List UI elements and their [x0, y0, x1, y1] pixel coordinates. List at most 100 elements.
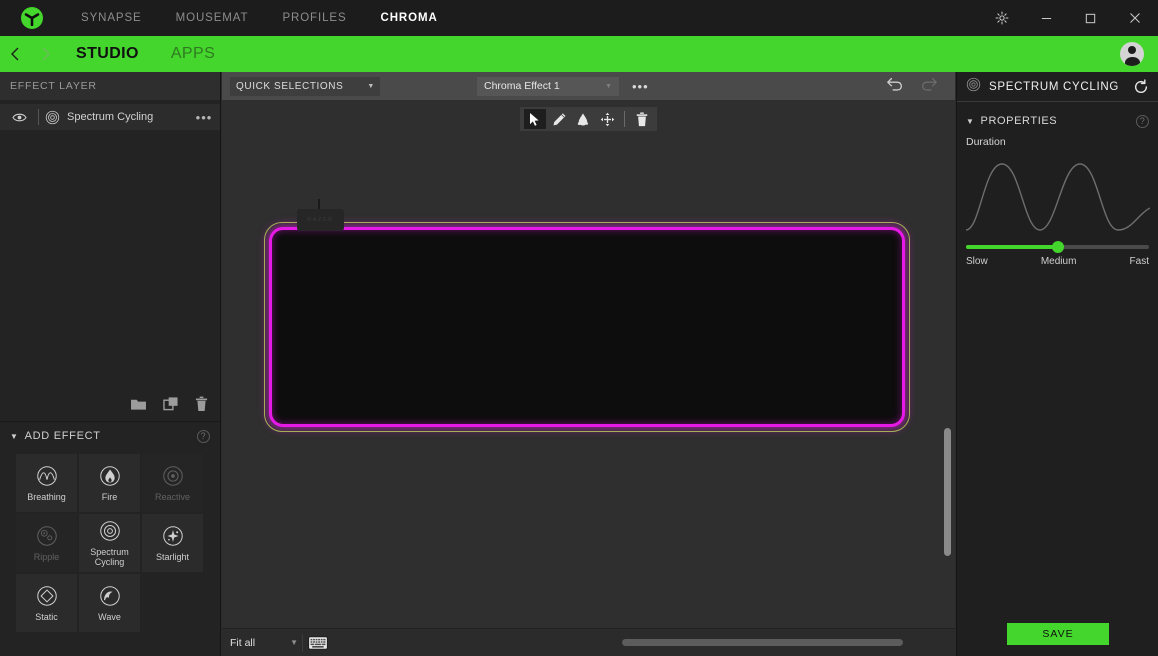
duplicate-layer-button[interactable] [163, 396, 179, 411]
spectrum-cycling-icon [39, 110, 65, 125]
paint-bucket-icon [577, 112, 589, 125]
minimize-button[interactable] [1024, 0, 1068, 36]
close-button[interactable] [1112, 0, 1158, 36]
maximize-icon [1085, 13, 1095, 23]
device-canvas[interactable]: RAZER [222, 138, 955, 628]
chroma-effect-dropdown[interactable]: Chroma Effect 1 ▼ [477, 76, 619, 96]
tool-separator [624, 111, 625, 127]
nav-tab-profiles[interactable]: PROFILES [265, 0, 363, 36]
folder-icon [131, 399, 146, 410]
help-icon[interactable]: ? [1136, 114, 1149, 128]
chroma-effect-value: Chroma Effect 1 [484, 80, 560, 92]
nav-tab-chroma[interactable]: CHROMA [364, 0, 455, 36]
paint-bucket-tool[interactable] [572, 109, 594, 129]
properties-panel-title: SPECTRUM CYCLING [989, 80, 1120, 93]
effect-button-fire[interactable]: Fire [79, 454, 140, 512]
trash-icon [195, 396, 208, 411]
spectrum-cycling-icon [99, 521, 120, 541]
layer-visibility-toggle[interactable] [0, 112, 38, 123]
window-controls [980, 0, 1158, 36]
razer-synapse-window: SYNAPSE MOUSEMAT PROFILES CHROMA STUDIO … [0, 0, 1158, 656]
add-effect-header[interactable]: ▼ ADD EFFECT ? [0, 422, 220, 450]
save-button-container: SAVE [957, 623, 1158, 645]
caret-down-icon: ▼ [966, 116, 975, 126]
slider-label-slow: Slow [966, 256, 988, 267]
starlight-icon [162, 526, 183, 546]
device-surface[interactable] [269, 227, 905, 427]
title-bar: SYNAPSE MOUSEMAT PROFILES CHROMA [0, 0, 1158, 36]
quick-selections-label: QUICK SELECTIONS [236, 80, 344, 92]
help-icon[interactable]: ? [197, 429, 210, 443]
slider-knob[interactable] [1051, 241, 1064, 253]
effect-button-wave[interactable]: Wave [79, 574, 140, 632]
sub-tab-apps[interactable]: APPS [155, 36, 231, 72]
effect-button-spectrum-cycling[interactable]: Spectrum Cycling [79, 514, 140, 572]
move-icon [600, 112, 614, 126]
razer-mousemat-device[interactable]: RAZER [264, 199, 910, 432]
layer-list: Spectrum Cycling ••• [0, 104, 220, 386]
account-avatar-button[interactable] [1106, 42, 1158, 66]
quick-selections-dropdown[interactable]: QUICK SELECTIONS ▼ [230, 76, 381, 96]
tool-box [520, 107, 657, 131]
effect-label: Breathing [27, 492, 66, 502]
layer-more-button[interactable]: ••• [188, 110, 220, 125]
delete-layer-button[interactable] [195, 396, 208, 412]
slider-track[interactable] [966, 241, 1149, 253]
undo-button[interactable] [885, 75, 905, 98]
move-tool[interactable] [596, 109, 618, 129]
new-folder-button[interactable] [130, 397, 147, 411]
device-brand-tab: RAZER [297, 209, 344, 231]
keyboard-view-button[interactable] [307, 635, 329, 651]
maximize-button[interactable] [1068, 0, 1112, 36]
effect-button-breathing[interactable]: Breathing [16, 454, 77, 512]
effect-label: Static [35, 612, 58, 622]
zoom-level-value: Fit all [230, 636, 256, 649]
settings-gear-button[interactable] [980, 0, 1024, 36]
pencil-tool[interactable] [548, 109, 570, 129]
redo-button[interactable] [919, 75, 939, 98]
chroma-effect-more-button[interactable]: ••• [632, 79, 649, 94]
duration-slider[interactable] [957, 239, 1158, 253]
sub-tab-studio[interactable]: STUDIO [60, 36, 155, 72]
breathing-icon [36, 466, 57, 486]
back-button[interactable] [0, 36, 30, 72]
chevron-right-icon [42, 47, 50, 61]
cursor-icon [530, 112, 539, 126]
reset-button[interactable] [1133, 78, 1149, 95]
wave-icon [99, 586, 120, 606]
layer-name-label: Spectrum Cycling [67, 111, 154, 123]
nav-tab-synapse[interactable]: SYNAPSE [64, 0, 159, 36]
delete-tool[interactable] [631, 109, 653, 129]
properties-section-header[interactable]: ▼ PROPERTIES ? [957, 108, 1158, 134]
minimize-icon [1041, 17, 1051, 19]
properties-label: PROPERTIES [980, 115, 1058, 127]
tool-strip [222, 100, 955, 138]
app-logo [0, 7, 64, 29]
effect-button-starlight[interactable]: Starlight [142, 514, 203, 572]
reset-icon [1134, 78, 1148, 93]
zoom-level-dropdown[interactable]: Fit all ▼ [230, 637, 298, 649]
effect-button-static[interactable]: Static [16, 574, 77, 632]
caret-down-icon: ▼ [10, 431, 19, 441]
chevron-down-icon: ▼ [290, 638, 298, 647]
effect-label: Starlight [155, 552, 190, 562]
user-avatar-icon [1120, 42, 1144, 66]
add-effect-label: ADD EFFECT [24, 430, 101, 442]
nav-tab-mousemat[interactable]: MOUSEMAT [159, 0, 266, 36]
main-nav-tabs: SYNAPSE MOUSEMAT PROFILES CHROMA [64, 0, 455, 36]
device-brand-label: RAZER [307, 217, 334, 223]
keyboard-icon [308, 635, 328, 650]
canvas-vertical-scrollbar[interactable] [944, 428, 951, 556]
canvas-horizontal-scrollbar[interactable] [622, 639, 903, 646]
layer-item-spectrum-cycling[interactable]: Spectrum Cycling ••• [0, 104, 220, 130]
forward-button[interactable] [30, 36, 60, 72]
gear-icon [995, 11, 1009, 25]
effect-label: Wave [98, 612, 121, 622]
save-button[interactable]: SAVE [1007, 623, 1109, 645]
select-tool[interactable] [524, 109, 546, 129]
effect-label: Spectrum Cycling [90, 547, 129, 567]
effect-grid: Breathing Fire Reactive Ripple Spectrum … [0, 450, 220, 632]
properties-panel: SPECTRUM CYCLING ▼ PROPERTIES ? Duration [956, 72, 1158, 656]
duration-label: Duration [966, 136, 1006, 148]
static-icon [36, 586, 57, 606]
